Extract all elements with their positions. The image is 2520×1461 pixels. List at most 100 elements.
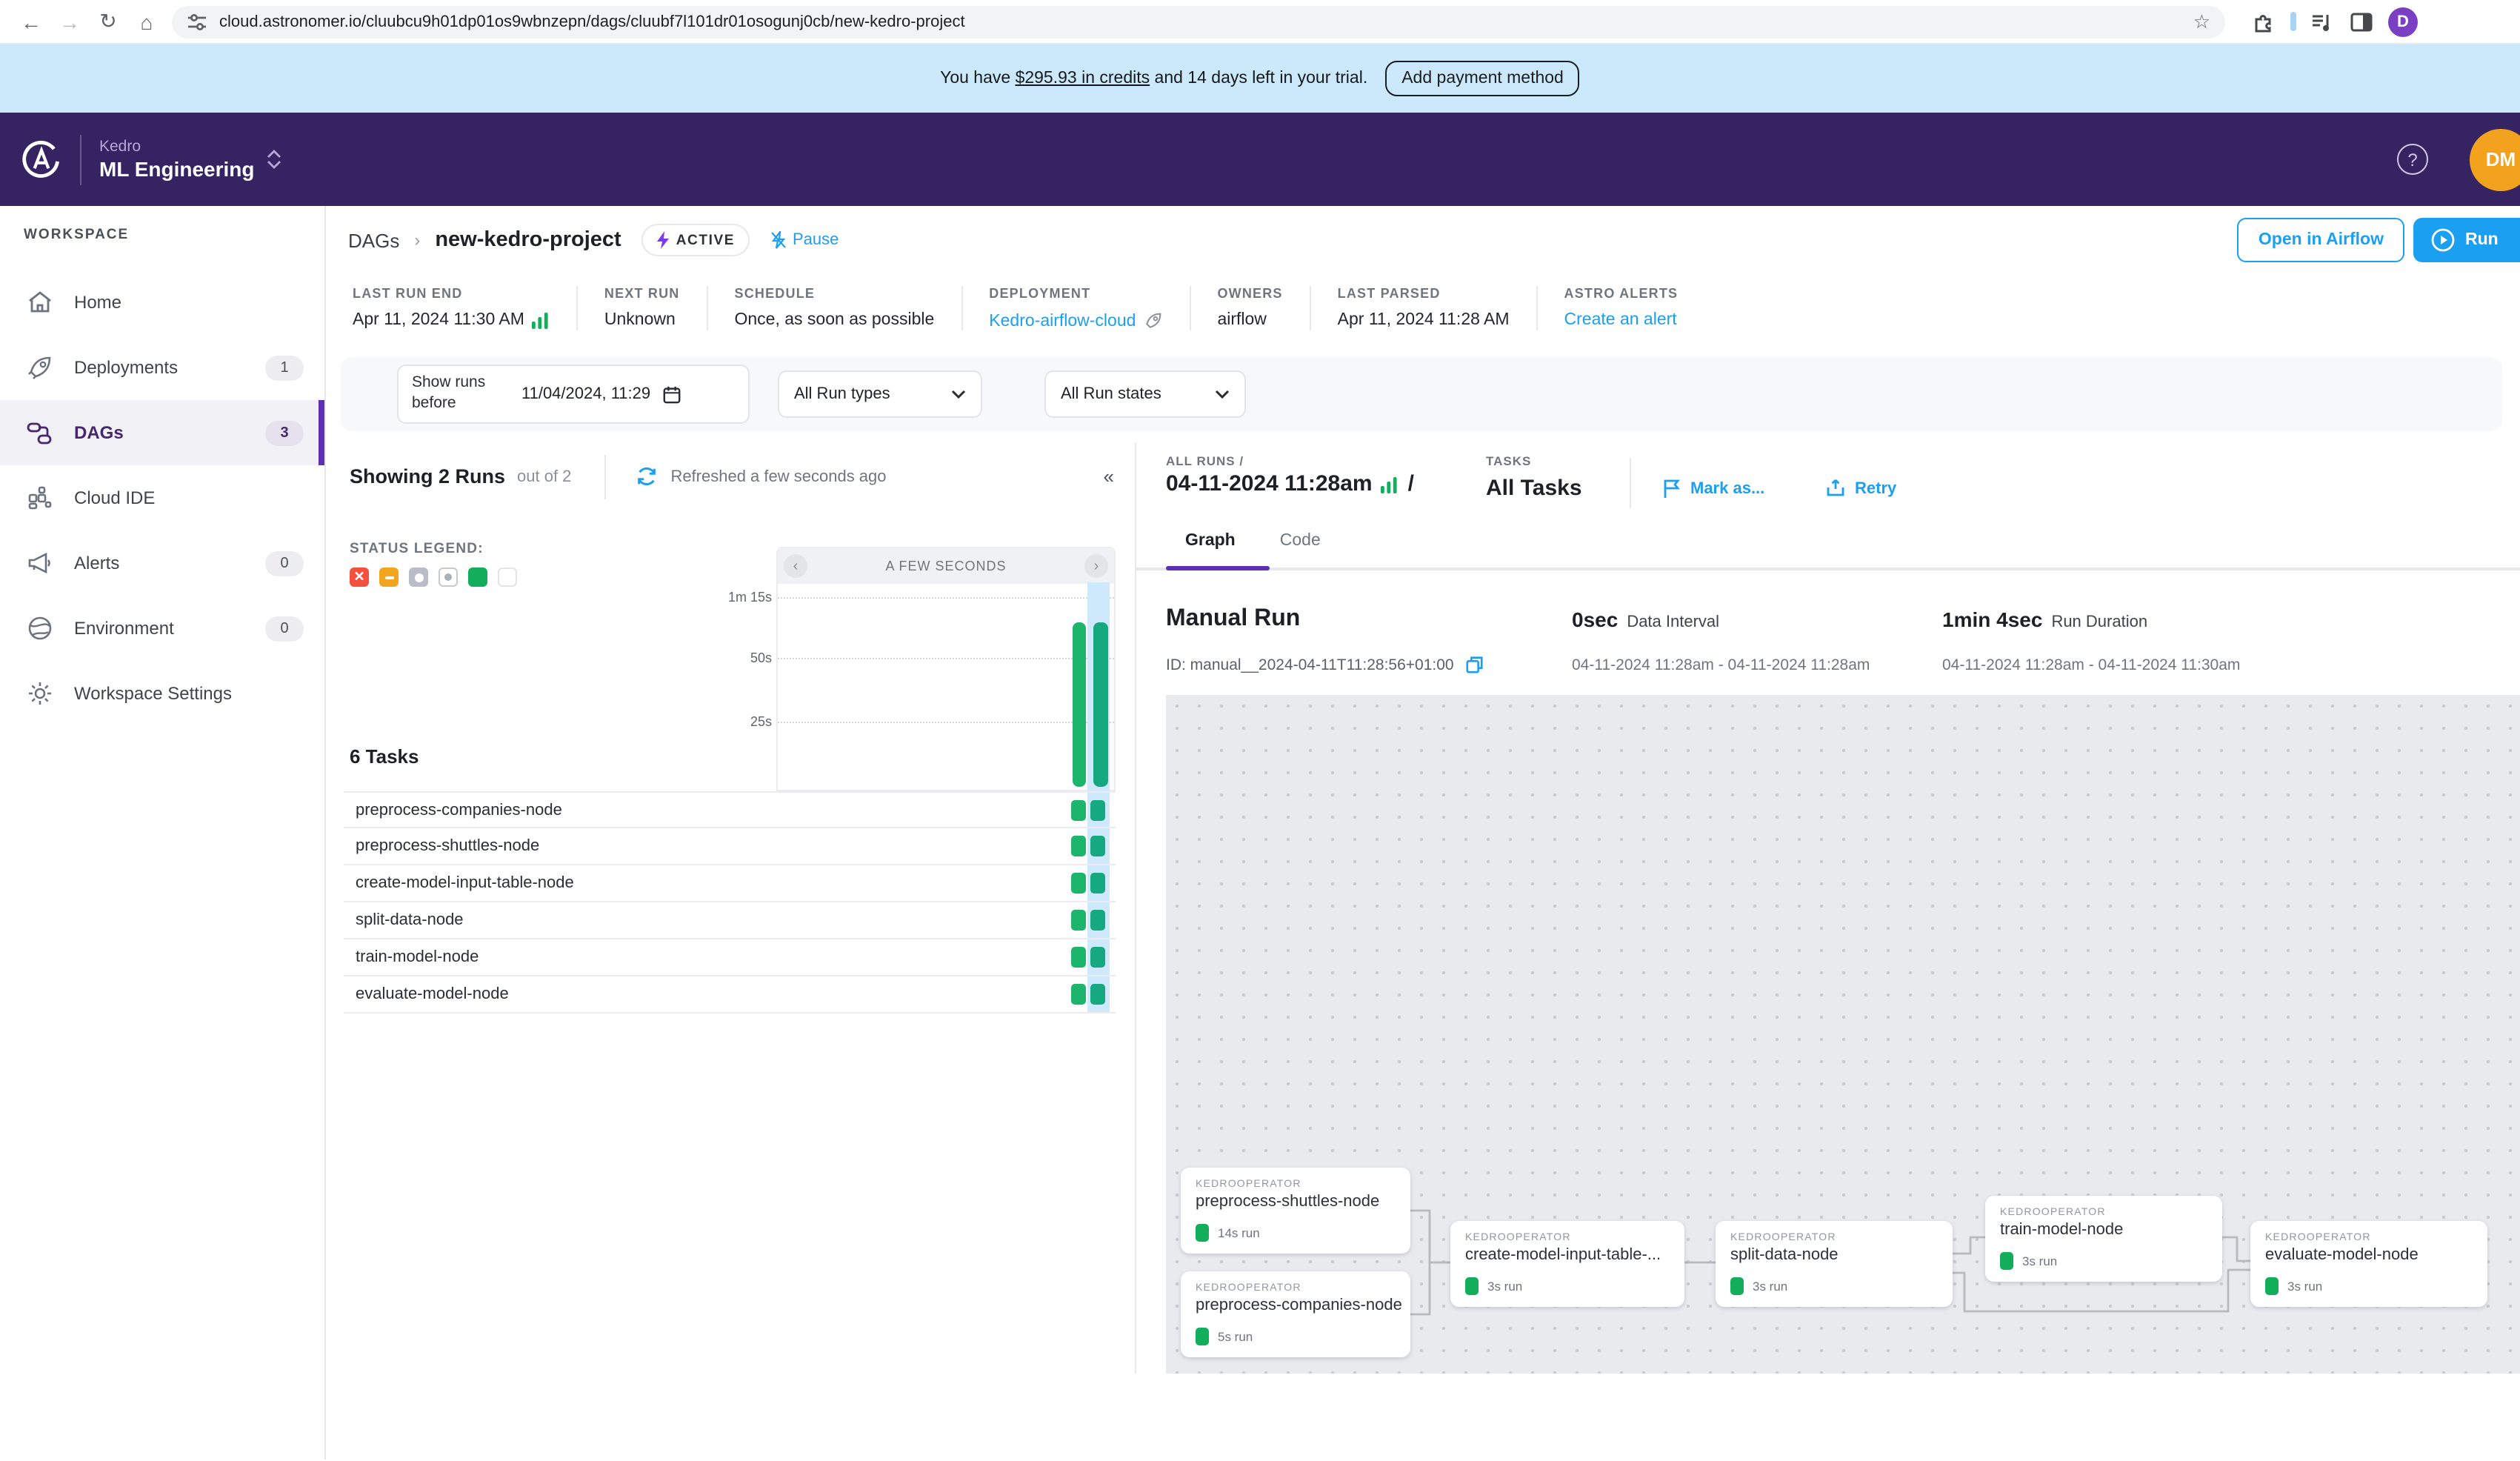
task-instance-run1[interactable]: [1071, 800, 1086, 821]
task-instance-run2[interactable]: [1090, 947, 1105, 968]
run-duration-bars-icon: [1381, 475, 1399, 493]
run-id-value: ID: manual__2024-04-11T11:28:56+01:00: [1166, 656, 1454, 673]
task-instance-run2[interactable]: [1090, 910, 1105, 931]
node-name: preprocess-shuttles-node: [1196, 1193, 1396, 1211]
y-axis-tick: 50s: [333, 650, 772, 665]
tab-graph[interactable]: Graph: [1185, 532, 1236, 559]
breadcrumb-dags-link[interactable]: DAGs: [348, 229, 399, 251]
add-payment-method-button[interactable]: Add payment method: [1385, 61, 1580, 96]
all-tasks-value[interactable]: All Tasks: [1486, 476, 1582, 501]
sidebar-item-dags[interactable]: DAGs 3: [0, 400, 324, 465]
tab-code[interactable]: Code: [1280, 532, 1321, 559]
collapse-panel-icon[interactable]: «: [1104, 465, 1114, 487]
forward-icon[interactable]: →: [50, 10, 89, 33]
task-row[interactable]: evaluate-model-node: [344, 976, 1116, 1014]
site-settings-icon[interactable]: [187, 11, 207, 32]
node-name: preprocess-companies-node: [1196, 1297, 1396, 1314]
sidebar-item-cloud-ide[interactable]: Cloud IDE: [0, 465, 324, 530]
chart-prev-icon[interactable]: ‹: [784, 554, 807, 578]
task-name[interactable]: train-model-node: [344, 948, 479, 966]
runs-before-date-input[interactable]: 11/04/2024, 11:29: [521, 385, 650, 403]
url-bar[interactable]: cloud.astronomer.io/cluubcu9h01dp01os9wb…: [172, 5, 2225, 38]
sidebar-item-alerts[interactable]: Alerts 0: [0, 530, 324, 596]
retry-button[interactable]: Retry: [1825, 479, 1896, 498]
refresh-status: Refreshed a few seconds ago: [604, 454, 886, 499]
graph-node-create-model-input-table[interactable]: KEDROOPERATOR create-model-input-table-.…: [1450, 1221, 1684, 1307]
run-types-value: All Run types: [794, 385, 890, 403]
task-row[interactable]: train-model-node: [344, 939, 1116, 976]
sidebar-item-deployments[interactable]: Deployments 1: [0, 335, 324, 400]
back-icon[interactable]: ←: [12, 10, 50, 33]
sidebar-item-workspace-settings[interactable]: Workspace Settings: [0, 661, 324, 726]
pinned-extension-indicator[interactable]: [2290, 12, 2296, 31]
node-operator-label: KEDROOPERATOR: [1730, 1233, 1938, 1243]
task-name[interactable]: create-model-input-table-node: [344, 874, 574, 892]
home-icon[interactable]: ⌂: [127, 10, 166, 33]
deployment-link[interactable]: Kedro-airflow-cloud: [989, 312, 1136, 330]
meta-astro-alerts: ASTRO ALERTS Create an alert: [1536, 286, 1705, 330]
graph-node-preprocess-companies[interactable]: KEDROOPERATOR preprocess-companies-node …: [1181, 1271, 1410, 1357]
reload-icon[interactable]: ↻: [89, 9, 127, 34]
task-instance-run1[interactable]: [1071, 947, 1086, 968]
help-icon[interactable]: ?: [2397, 144, 2428, 175]
graph-node-split-data[interactable]: KEDROOPERATOR split-data-node 3s run: [1716, 1221, 1953, 1307]
graph-node-preprocess-shuttles[interactable]: KEDROOPERATOR preprocess-shuttles-node 1…: [1181, 1168, 1410, 1254]
sidebar-item-label: Alerts: [74, 553, 265, 573]
side-panel-icon[interactable]: [2350, 10, 2373, 33]
refresh-icon[interactable]: [635, 465, 657, 487]
extensions-puzzle-icon[interactable]: [2252, 10, 2276, 33]
run-states-dropdown[interactable]: All Run states: [1044, 370, 1246, 418]
task-instance-run1[interactable]: [1071, 836, 1086, 856]
task-instance-run1[interactable]: [1071, 873, 1086, 893]
browser-profile-avatar[interactable]: D: [2388, 7, 2418, 36]
chart-title: A FEW SECONDS: [885, 559, 1006, 573]
task-row[interactable]: preprocess-shuttles-node: [344, 828, 1116, 865]
task-name[interactable]: split-data-node: [344, 911, 464, 929]
workspace-switcher[interactable]: Kedro ML Engineering: [99, 138, 255, 181]
run-2-duration-bar[interactable]: [1093, 622, 1108, 787]
run-button[interactable]: Run: [2413, 218, 2520, 262]
chart-next-icon[interactable]: ›: [1084, 554, 1108, 578]
meta-next-run: NEXT RUN Unknown: [576, 286, 707, 330]
run-duration-bars-icon[interactable]: [532, 311, 550, 329]
task-instance-run2[interactable]: [1090, 873, 1105, 893]
reading-list-icon[interactable]: [2311, 10, 2335, 33]
status-queued-swatch: [409, 568, 428, 587]
run-types-dropdown[interactable]: All Run types: [778, 370, 982, 418]
task-name[interactable]: preprocess-companies-node: [344, 801, 562, 819]
flag-icon: [1662, 479, 1681, 499]
graph-node-evaluate-model[interactable]: KEDROOPERATOR evaluate-model-node 3s run: [2250, 1221, 2487, 1307]
status-upstream-failed-swatch: [379, 568, 399, 587]
all-runs-breadcrumb[interactable]: ALL RUNS /: [1166, 453, 1244, 468]
copy-icon[interactable]: [1466, 655, 1485, 674]
show-runs-before-filter[interactable]: Show runs before 11/04/2024, 11:29: [397, 365, 750, 424]
run-1-duration-bar[interactable]: [1073, 622, 1086, 787]
url-text[interactable]: cloud.astronomer.io/cluubcu9h01dp01os9wb…: [219, 13, 2181, 30]
astronomer-logo[interactable]: [19, 137, 64, 182]
task-name[interactable]: evaluate-model-node: [344, 985, 509, 1003]
task-instance-run1[interactable]: [1071, 984, 1086, 1005]
workspace-switcher-chevrons-icon[interactable]: [267, 150, 281, 169]
task-name[interactable]: preprocess-shuttles-node: [344, 837, 539, 855]
task-instance-run2[interactable]: [1090, 984, 1105, 1005]
user-avatar[interactable]: DM: [2470, 128, 2520, 190]
runs-out-of: out of 2: [517, 467, 571, 485]
calendar-icon[interactable]: [662, 385, 681, 404]
task-row[interactable]: split-data-node: [344, 902, 1116, 939]
pause-button[interactable]: Pause: [770, 231, 839, 249]
credits-link[interactable]: $295.93 in credits: [1016, 70, 1150, 87]
task-instance-run1[interactable]: [1071, 910, 1086, 931]
bookmark-star-icon[interactable]: ☆: [2193, 10, 2210, 33]
task-row[interactable]: preprocess-companies-node: [344, 791, 1116, 828]
open-in-airflow-button[interactable]: Open in Airflow: [2238, 218, 2404, 262]
status-restarting-swatch: [439, 568, 458, 587]
create-alert-link[interactable]: Create an alert: [1564, 311, 1677, 329]
task-row[interactable]: create-model-input-table-node: [344, 865, 1116, 902]
task-instance-run2[interactable]: [1090, 836, 1105, 856]
sidebar-item-home[interactable]: Home: [0, 270, 324, 335]
graph-node-train-model[interactable]: KEDROOPERATOR train-model-node 3s run: [1985, 1196, 2222, 1282]
status-failed-swatch: ✕: [350, 568, 369, 587]
mark-as-button[interactable]: Mark as...: [1662, 479, 1764, 499]
sidebar-item-environment[interactable]: Environment 0: [0, 596, 324, 661]
task-instance-run2[interactable]: [1090, 800, 1105, 821]
